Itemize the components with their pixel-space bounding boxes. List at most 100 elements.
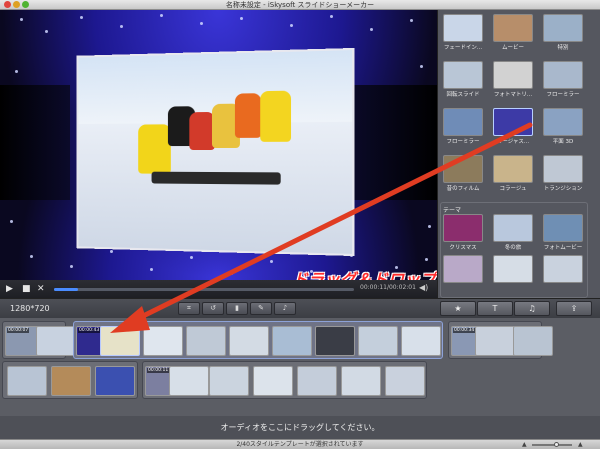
sparkle-dot bbox=[230, 272, 233, 275]
clip-group: 00:00:07 bbox=[2, 321, 76, 359]
drag-drop-annotation: ドラッグ＆ドロップ bbox=[292, 270, 437, 280]
timeline-clip[interactable] bbox=[358, 326, 398, 356]
template-thumbnail bbox=[443, 214, 483, 242]
timeline-clip[interactable] bbox=[229, 326, 269, 356]
timeline-clip[interactable] bbox=[315, 326, 355, 356]
preview-area: ドラッグ＆ドロップ bbox=[0, 10, 437, 280]
edit-button[interactable]: ✎ bbox=[250, 302, 272, 315]
timeline-clip[interactable] bbox=[209, 366, 249, 396]
close-icon[interactable]: ✕ bbox=[37, 283, 45, 295]
clip-group: 00:00:11 bbox=[142, 361, 427, 399]
timeline-clip[interactable] bbox=[143, 326, 183, 356]
sparkle-dot bbox=[190, 256, 193, 259]
transport-bar: ▶ ■ ✕ 00:00:11/00:02:01 ◀) bbox=[0, 280, 437, 298]
skier-yellow-2 bbox=[260, 90, 292, 142]
title-bar: 名称未設定 - iSkysoft スライドショーメーカー bbox=[0, 0, 600, 10]
template-item[interactable]: 特別 bbox=[541, 14, 585, 51]
stop-icon[interactable]: ■ bbox=[22, 283, 31, 295]
template-label: ミージャス... bbox=[496, 139, 530, 145]
sparkle-dot bbox=[330, 15, 333, 18]
skier-orange bbox=[234, 93, 262, 138]
timeline-clip[interactable] bbox=[297, 366, 337, 396]
zoom-knob[interactable] bbox=[554, 442, 559, 447]
template-thumbnail bbox=[493, 155, 533, 183]
template-item[interactable]: トランジション bbox=[541, 155, 585, 192]
timeline-clip[interactable] bbox=[186, 326, 226, 356]
template-item[interactable]: ムービー bbox=[491, 14, 535, 51]
crop-button[interactable]: ⌗ bbox=[178, 302, 200, 315]
tab-music[interactable]: ♫ bbox=[514, 301, 550, 316]
template-item[interactable]: 回転スライド bbox=[441, 61, 485, 98]
timeline-clip[interactable] bbox=[475, 326, 515, 356]
skier-yellow bbox=[138, 124, 171, 174]
delete-button[interactable]: ▮ bbox=[226, 302, 248, 315]
timeline-clip[interactable] bbox=[253, 366, 293, 396]
template-item[interactable]: クリスマス bbox=[441, 214, 485, 251]
timeline-clip[interactable] bbox=[95, 366, 135, 396]
sparkle-dot bbox=[270, 260, 273, 263]
edit-toolbar: 1280*720 ⌗ ↺ ▮ ✎ ♪ ★ T ♫ ⇪ bbox=[0, 298, 600, 318]
speaker-icon[interactable]: ◀) bbox=[419, 283, 428, 292]
timeline-clip[interactable] bbox=[7, 366, 47, 396]
template-thumbnail bbox=[493, 214, 533, 242]
template-item[interactable]: フローミラー bbox=[541, 61, 585, 98]
sparkle-dot bbox=[290, 24, 293, 27]
stage-shadow-left bbox=[0, 85, 70, 200]
rotate-button[interactable]: ↺ bbox=[202, 302, 224, 315]
timeline-clip[interactable] bbox=[385, 366, 425, 396]
timeline-clip[interactable] bbox=[169, 366, 209, 396]
template-item[interactable] bbox=[491, 255, 535, 284]
template-item[interactable]: ミージャス... bbox=[491, 108, 535, 145]
timeline-clip[interactable] bbox=[51, 366, 91, 396]
template-thumbnail bbox=[493, 108, 533, 136]
tab-text[interactable]: T bbox=[477, 301, 513, 316]
timeline-clip[interactable] bbox=[272, 326, 312, 356]
sparkle-dot bbox=[30, 255, 33, 258]
template-item[interactable]: 昔のフィルム bbox=[441, 155, 485, 192]
template-item[interactable]: フォトマトリ... bbox=[491, 61, 535, 98]
template-item[interactable]: コラージュ bbox=[491, 155, 535, 192]
timeline-clip[interactable] bbox=[36, 326, 76, 356]
template-item[interactable] bbox=[441, 255, 485, 284]
template-thumbnail bbox=[443, 14, 483, 42]
template-label: 特別 bbox=[557, 45, 569, 51]
sparkle-dot bbox=[150, 268, 153, 271]
template-item[interactable]: 冬の旅 bbox=[491, 214, 535, 251]
template-thumbnail bbox=[543, 14, 583, 42]
status-text: 2/40スタイルテンプレートが選択されています bbox=[236, 441, 364, 448]
zoom-in-icon[interactable]: ▲ bbox=[578, 441, 583, 448]
template-thumbnail bbox=[543, 155, 583, 183]
audio-drop-zone[interactable]: オーディオをここにドラッグしてください。 bbox=[0, 416, 600, 439]
template-label: 冬の旅 bbox=[504, 245, 522, 251]
tab-export[interactable]: ⇪ bbox=[556, 301, 592, 316]
template-item[interactable]: フェードイン... bbox=[441, 14, 485, 51]
tab-templates[interactable]: ★ bbox=[440, 301, 476, 316]
sparkle-dot bbox=[120, 25, 123, 28]
sparkle-dot bbox=[15, 70, 18, 73]
play-icon[interactable]: ▶ bbox=[6, 283, 13, 295]
timeline-clip[interactable] bbox=[341, 366, 381, 396]
sparkle-dot bbox=[45, 30, 48, 33]
clip-group-selected: 00:00:43 bbox=[73, 321, 443, 359]
template-label: フローミラー bbox=[546, 92, 580, 98]
zoom-slider[interactable] bbox=[532, 442, 572, 447]
template-item[interactable] bbox=[541, 255, 585, 284]
zoom-out-icon[interactable]: ▲ bbox=[522, 441, 527, 448]
template-thumbnail bbox=[493, 14, 533, 42]
template-label: 回転スライド bbox=[446, 92, 480, 98]
timeline-clip[interactable] bbox=[513, 326, 553, 356]
sparkle-dot bbox=[160, 14, 163, 17]
template-item[interactable]: フォトムービー bbox=[541, 214, 585, 251]
sparkle-dot bbox=[420, 65, 423, 68]
seek-bar[interactable] bbox=[54, 288, 354, 291]
template-item[interactable]: フローミラー bbox=[441, 108, 485, 145]
sparkle-dot bbox=[110, 250, 113, 253]
template-label: クリスマス bbox=[449, 245, 477, 251]
template-label: フォトマトリ... bbox=[493, 92, 533, 98]
template-label: フローミラー bbox=[446, 139, 480, 145]
timeline-clip[interactable] bbox=[401, 326, 441, 356]
mic-button[interactable]: ♪ bbox=[274, 302, 296, 315]
template-item[interactable]: 平面 3D bbox=[541, 108, 585, 145]
sparkle-dot bbox=[80, 16, 83, 19]
timeline-clip-selected[interactable] bbox=[100, 326, 140, 356]
